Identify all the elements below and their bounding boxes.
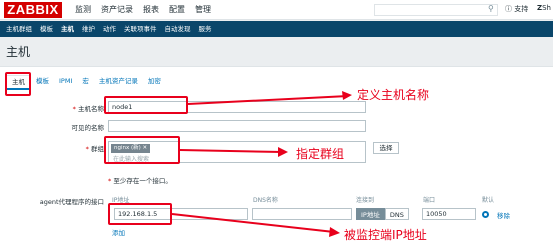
column-port: 端口 bbox=[423, 197, 436, 204]
select-group-button[interactable]: 选择 bbox=[373, 142, 399, 154]
host-form-panel: 主机 模板 IPMI 宏 主机资产记录 加密 * 主机名称 node1 可见的名… bbox=[0, 66, 553, 246]
annotation-box-host-tab bbox=[5, 72, 31, 96]
dns-name-input[interactable] bbox=[252, 208, 352, 220]
annotation-box-hostname bbox=[104, 96, 188, 114]
connect-ip-button[interactable]: IP地址 bbox=[356, 208, 385, 220]
tab-macros[interactable]: 宏 bbox=[77, 75, 94, 90]
main-menu: 监测 资产记录 报表 配置 管理 bbox=[70, 0, 216, 20]
submenu-hosts[interactable]: 主机 bbox=[57, 21, 78, 37]
annotation-box-group bbox=[104, 136, 180, 164]
annotation-define-hostname: 定义主机名称 bbox=[357, 88, 430, 102]
submenu-discovery[interactable]: 自动发现 bbox=[161, 21, 195, 37]
search-icon[interactable]: ⚲ bbox=[488, 4, 494, 13]
submenu-actions[interactable]: 动作 bbox=[99, 21, 120, 37]
share-link[interactable]: ZSh bbox=[537, 4, 551, 12]
submenu-maintenance[interactable]: 维护 bbox=[78, 21, 99, 37]
connect-to-toggle: IP地址 DNS bbox=[356, 208, 409, 220]
menu-item-configuration[interactable]: 配置 bbox=[164, 0, 190, 20]
connect-dns-button[interactable]: DNS bbox=[384, 208, 409, 220]
submenu-host-groups[interactable]: 主机群组 bbox=[2, 21, 36, 37]
submenu-templates[interactable]: 模板 bbox=[36, 21, 57, 37]
add-interface-link[interactable]: 添加 bbox=[112, 227, 125, 237]
annotation-specify-group: 指定群组 bbox=[296, 147, 345, 161]
submenu-services[interactable]: 服务 bbox=[195, 21, 216, 37]
groups-label: * 群组 bbox=[85, 145, 104, 153]
top-navigation-bar: ZABBIX 监测 资产记录 报表 配置 管理 ⚲ ⓘ 支持 ZSh bbox=[0, 0, 553, 20]
column-dns: DNS名称 bbox=[253, 197, 278, 204]
page-title: 主机 bbox=[6, 45, 31, 59]
global-search-input[interactable] bbox=[374, 4, 498, 16]
hostname-label: * 主机名称 bbox=[72, 105, 104, 113]
tab-inventory[interactable]: 主机资产记录 bbox=[94, 75, 143, 90]
agent-interface-label: agent代理程序的接口 bbox=[39, 198, 104, 206]
visible-name-label: 可见的名称 bbox=[71, 124, 105, 132]
remove-interface-link[interactable]: 移除 bbox=[497, 210, 510, 220]
column-connect: 连接到 bbox=[356, 197, 375, 204]
menu-item-administration[interactable]: 管理 bbox=[190, 0, 216, 20]
annotation-box-ip bbox=[108, 203, 172, 225]
help-circle-icon: ⓘ bbox=[505, 5, 512, 13]
submenu-event-correlation[interactable]: 关联项事件 bbox=[120, 21, 161, 37]
support-link[interactable]: ⓘ 支持 bbox=[505, 4, 528, 14]
default-interface-radio[interactable] bbox=[482, 211, 489, 218]
menu-item-inventory[interactable]: 资产记录 bbox=[96, 0, 138, 20]
sub-menu-bar: 主机群组 模板 主机 维护 动作 关联项事件 自动发现 服务 bbox=[0, 21, 553, 37]
tab-encryption[interactable]: 加密 bbox=[143, 75, 166, 90]
visible-name-input[interactable] bbox=[108, 120, 366, 132]
tab-templates[interactable]: 模板 bbox=[31, 75, 54, 90]
menu-item-monitoring[interactable]: 监测 bbox=[70, 0, 96, 20]
zabbix-logo[interactable]: ZABBIX bbox=[4, 2, 62, 18]
annotation-monitored-ip: 被监控端IP地址 bbox=[344, 228, 427, 242]
tab-ipmi[interactable]: IPMI bbox=[54, 75, 77, 90]
interface-required-hint: * 至少存在一个接口。 bbox=[108, 177, 172, 185]
column-default: 默认 bbox=[482, 197, 495, 204]
port-input[interactable]: 10050 bbox=[422, 208, 476, 220]
menu-item-reports[interactable]: 报表 bbox=[138, 0, 164, 20]
